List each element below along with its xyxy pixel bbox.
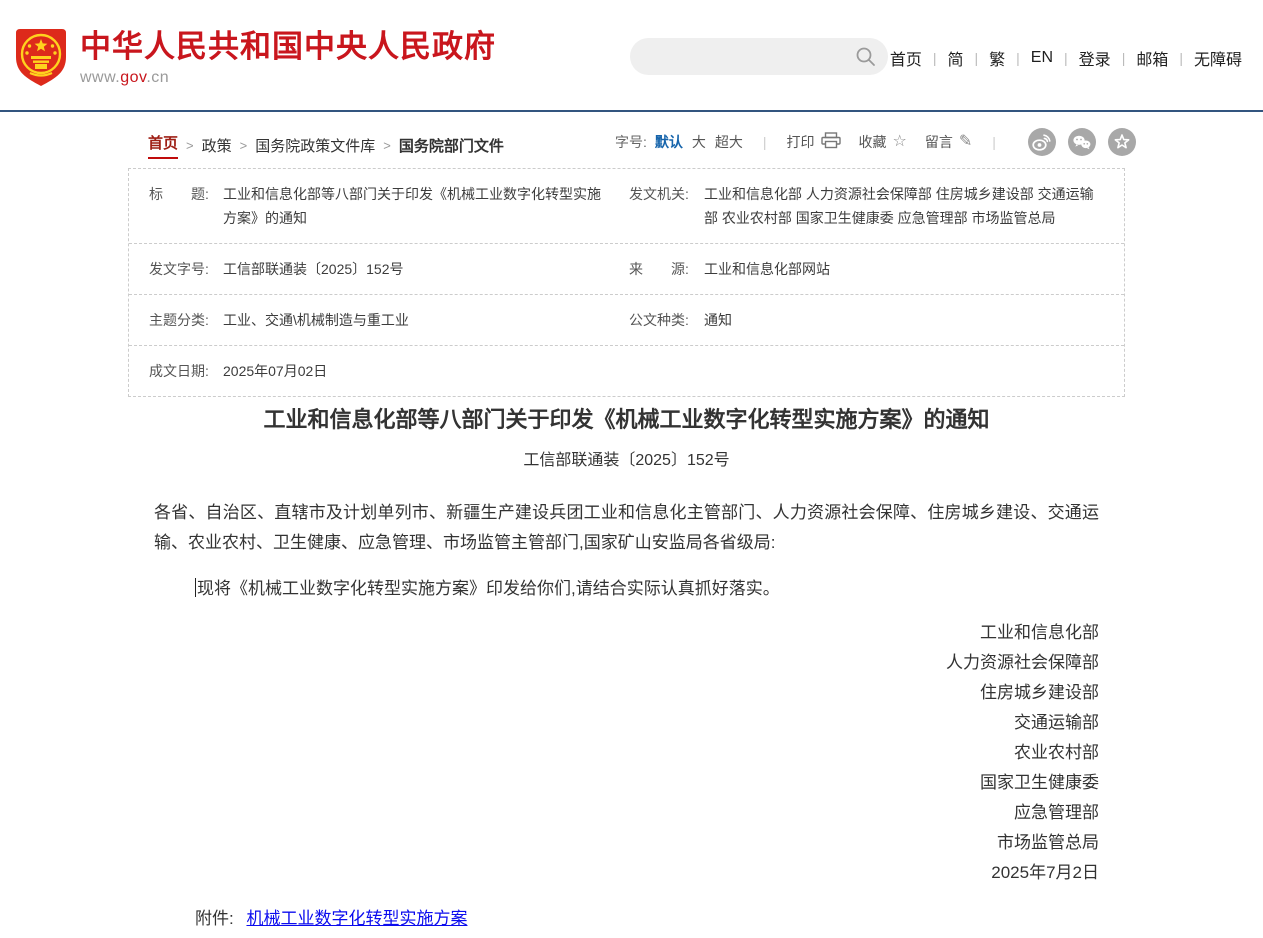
nav-separator: | xyxy=(1064,50,1068,66)
wechat-share-icon[interactable] xyxy=(1068,128,1096,156)
site-url-gov: gov xyxy=(120,69,146,86)
comment-label: 留言 xyxy=(925,132,953,152)
site-url-www: www. xyxy=(80,69,120,86)
nav-english[interactable]: EN xyxy=(1031,49,1053,67)
nav-separator: | xyxy=(933,50,937,66)
nav-separator: | xyxy=(1122,50,1126,66)
signature-agency: 人力资源社会保障部 xyxy=(128,648,1099,678)
meta-value-topic-category: 工业、交通\机械制造与重工业 xyxy=(223,308,629,332)
meta-label-doc-type: 公文种类: xyxy=(629,308,704,332)
meta-value-doc-number: 工信部联通装〔2025〕152号 xyxy=(223,257,629,281)
breadcrumb-policy[interactable]: 政策 xyxy=(202,135,232,156)
nav-traditional[interactable]: 繁 xyxy=(989,46,1005,70)
site-url: www.gov.cn xyxy=(80,69,496,87)
font-size-xlarge-button[interactable]: 超大 xyxy=(715,132,743,152)
share-buttons xyxy=(1016,128,1136,156)
breadcrumb-separator: > xyxy=(240,138,248,153)
printer-icon xyxy=(821,132,841,153)
attachment-row: 附件: 机械工业数字化转型实施方案 xyxy=(128,904,1125,929)
signature-agency: 交通运输部 xyxy=(128,708,1099,738)
breadcrumb-separator: > xyxy=(383,138,391,153)
nav-separator: | xyxy=(1016,50,1020,66)
font-size-large-button[interactable]: 大 xyxy=(692,132,706,152)
favorite-label: 收藏 xyxy=(859,132,887,152)
national-emblem-logo[interactable] xyxy=(14,27,68,87)
article-toolbar: 字号: 默认 大 超大 | 打印 收藏 ☆ 留言 ✎ | xyxy=(615,131,1136,153)
nav-simplified[interactable]: 简 xyxy=(947,46,963,70)
article-paragraph-main: 现将《机械工业数字化转型实施方案》印发给你们,请结合实际认真抓好落实。 xyxy=(154,574,1099,604)
text-cursor xyxy=(195,578,196,597)
meta-value-doc-type: 通知 xyxy=(704,308,1124,332)
signature-agency: 住房城乡建设部 xyxy=(128,678,1099,708)
document-article: 工业和信息化部等八部门关于印发《机械工业数字化转型实施方案》的通知 工信部联通装… xyxy=(128,406,1125,929)
nav-accessibility[interactable]: 无障碍 xyxy=(1194,46,1242,70)
search-box xyxy=(630,38,888,75)
nav-login[interactable]: 登录 xyxy=(1079,46,1111,70)
toolbar-divider: | xyxy=(763,134,767,150)
national-emblem-icon xyxy=(14,27,68,87)
article-doc-number: 工信部联通装〔2025〕152号 xyxy=(128,446,1125,470)
breadcrumb-home[interactable]: 首页 xyxy=(148,132,178,159)
attachment-link[interactable]: 机械工业数字化转型实施方案 xyxy=(246,909,467,928)
search-icon[interactable] xyxy=(855,46,876,67)
nav-mail[interactable]: 邮箱 xyxy=(1136,46,1168,70)
meta-label-issuing-agency: 发文机关: xyxy=(629,182,704,230)
site-header: 中华人民共和国中央人民政府 www.gov.cn 首页 | 简 | 繁 | EN | 登录 | 邮箱… xyxy=(0,0,1263,112)
breadcrumb-separator: > xyxy=(186,138,194,153)
print-label: 打印 xyxy=(787,132,815,152)
nav-home[interactable]: 首页 xyxy=(890,46,922,70)
signature-date: 2025年7月2日 xyxy=(128,858,1099,888)
font-size-default-button[interactable]: 默认 xyxy=(655,132,683,152)
meta-value-title: 工业和信息化部等八部门关于印发《机械工业数字化转型实施方案》的通知 xyxy=(223,182,629,230)
meta-label-topic-category: 主题分类: xyxy=(129,308,223,332)
favorite-button[interactable]: 收藏 ☆ xyxy=(859,132,907,152)
meta-value-issuing-agency: 工业和信息化部 人力资源社会保障部 住房城乡建设部 交通运输部 农业农村部 国家… xyxy=(704,182,1124,230)
favorite-share-icon[interactable] xyxy=(1108,128,1136,156)
star-icon: ☆ xyxy=(893,134,907,150)
attachment-label: 附件: xyxy=(195,909,234,928)
meta-label-doc-number: 发文字号: xyxy=(129,257,223,281)
meta-row-title: 标 题: 工业和信息化部等八部门关于印发《机械工业数字化转型实施方案》的通知 发… xyxy=(129,169,1124,243)
site-url-cn: .cn xyxy=(146,69,169,86)
toolbar-divider: | xyxy=(992,134,996,150)
pencil-icon: ✎ xyxy=(959,134,972,150)
article-title: 工业和信息化部等八部门关于印发《机械工业数字化转型实施方案》的通知 xyxy=(128,406,1125,434)
meta-value-issue-date: 2025年07月02日 xyxy=(223,359,629,383)
font-size-label: 字号: xyxy=(615,132,647,152)
site-title: 中华人民共和国中央人民政府 xyxy=(80,30,496,64)
meta-row-docnumber: 发文字号: 工信部联通装〔2025〕152号 来 源: 工业和信息化部网站 xyxy=(129,243,1124,294)
signature-agency: 市场监管总局 xyxy=(128,828,1099,858)
weibo-share-icon[interactable] xyxy=(1028,128,1056,156)
meta-label-source: 来 源: xyxy=(629,257,704,281)
meta-row-category: 主题分类: 工业、交通\机械制造与重工业 公文种类: 通知 xyxy=(129,294,1124,345)
nav-separator: | xyxy=(1179,50,1183,66)
meta-value-source: 工业和信息化部网站 xyxy=(704,257,1124,281)
comment-button[interactable]: 留言 ✎ xyxy=(925,132,972,152)
signature-agency: 国家卫生健康委 xyxy=(128,768,1099,798)
article-paragraph-recipients: 各省、自治区、直辖市及计划单列市、新疆生产建设兵团工业和信息化主管部门、人力资源… xyxy=(154,498,1099,558)
search-input[interactable] xyxy=(630,38,888,75)
signature-agency: 工业和信息化部 xyxy=(128,618,1099,648)
nav-separator: | xyxy=(975,50,979,66)
meta-row-date: 成文日期: 2025年07月02日 xyxy=(129,345,1124,396)
page: 中华人民共和国中央人民政府 www.gov.cn 首页 | 简 | 繁 | EN | 登录 | 邮箱… xyxy=(0,0,1263,938)
meta-label-title: 标 题: xyxy=(129,182,223,230)
article-paragraph-main-text: 现将《机械工业数字化转型实施方案》印发给你们,请结合实际认真抓好落实。 xyxy=(197,579,780,598)
breadcrumb-current-page: 国务院部门文件 xyxy=(399,135,504,156)
signature-agency: 农业农村部 xyxy=(128,738,1099,768)
site-brand[interactable]: 中华人民共和国中央人民政府 www.gov.cn xyxy=(80,30,496,87)
top-nav: 首页 | 简 | 繁 | EN | 登录 | 邮箱 | 无障碍 xyxy=(890,46,1242,70)
print-button[interactable]: 打印 xyxy=(787,132,841,153)
document-meta-table: 标 题: 工业和信息化部等八部门关于印发《机械工业数字化转型实施方案》的通知 发… xyxy=(128,168,1125,397)
signature-block: 工业和信息化部 人力资源社会保障部 住房城乡建设部 交通运输部 农业农村部 国家… xyxy=(128,618,1125,888)
article-body: 各省、自治区、直辖市及计划单列市、新疆生产建设兵团工业和信息化主管部门、人力资源… xyxy=(128,498,1125,604)
meta-label-issue-date: 成文日期: xyxy=(129,359,223,383)
breadcrumb: 首页 > 政策 > 国务院政策文件库 > 国务院部门文件 xyxy=(148,132,504,159)
breadcrumb-policy-library[interactable]: 国务院政策文件库 xyxy=(255,135,375,156)
signature-agency: 应急管理部 xyxy=(128,798,1099,828)
